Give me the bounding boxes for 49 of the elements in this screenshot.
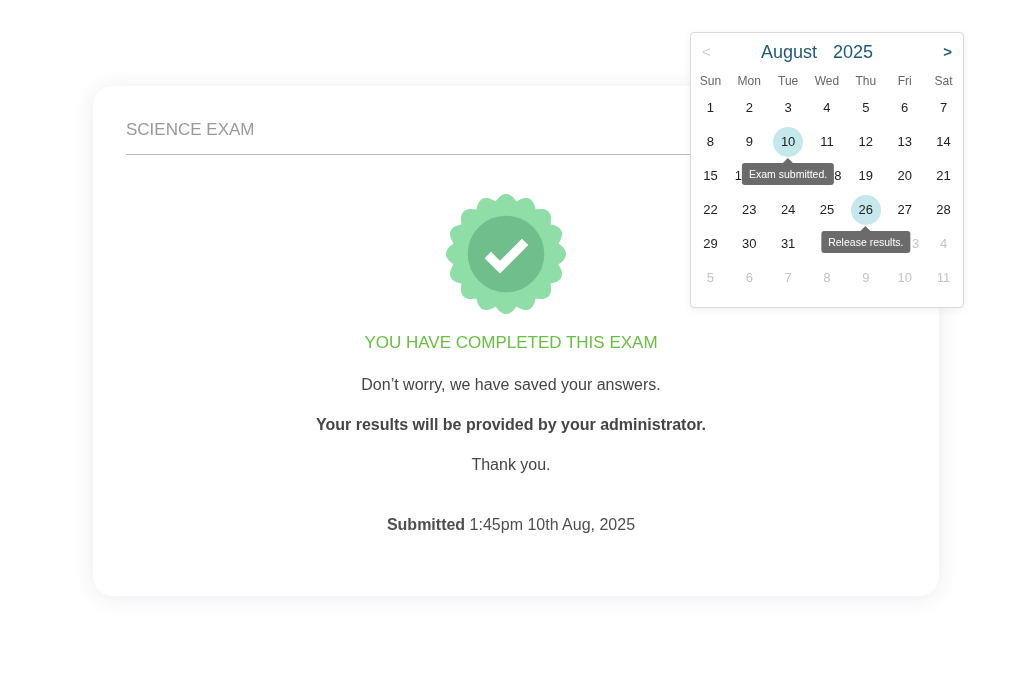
day-button[interactable]: 3 — [773, 93, 804, 123]
day-button[interactable]: 24 — [773, 195, 804, 225]
day-button[interactable]: 9 — [734, 127, 765, 157]
day-button[interactable]: 14 — [928, 127, 959, 157]
message-text: Your results will be provided by your administrator. — [316, 415, 706, 435]
day-button[interactable]: 30 — [734, 229, 765, 259]
tooltip: Exam submitted. — [742, 158, 835, 185]
day-button[interactable]: 13 — [889, 127, 920, 157]
weekday-label: Sun — [699, 72, 722, 89]
day-button[interactable]: 4 — [812, 93, 842, 123]
day-button[interactable]: 7 — [928, 93, 959, 123]
day-button[interactable]: 28 — [928, 195, 959, 225]
tooltip: Release results. — [821, 226, 911, 253]
day-button[interactable]: 31 — [773, 229, 804, 259]
day-button[interactable]: 12 — [850, 127, 881, 157]
message-text: Don’t worry, we have saved your answers. — [361, 375, 661, 395]
day-button[interactable]: 21 — [928, 161, 959, 191]
day-button[interactable]: 6 — [889, 93, 920, 123]
weekday-label: Thu — [855, 72, 877, 89]
weekday-label: Wed — [814, 72, 840, 89]
day-button[interactable]: 5 — [850, 93, 881, 123]
day-button[interactable]: 2 — [734, 93, 765, 123]
completion-heading: YOU HAVE COMPLETED THIS EXAM — [364, 333, 658, 353]
day-button[interactable]: 8 — [834, 161, 842, 191]
year-button[interactable]: 2025 — [833, 40, 874, 63]
checkmark-seal-icon — [446, 194, 566, 314]
day-button[interactable]: 19 — [850, 161, 881, 191]
weekday-label: Fri — [897, 72, 912, 89]
exam-title: SCIENCE EXAM — [126, 120, 255, 140]
month-button[interactable]: August — [760, 40, 817, 63]
day-button[interactable]: 26 — [850, 195, 881, 225]
day-button[interactable]: 8 — [695, 127, 726, 157]
day-button[interactable]: 23 — [734, 195, 765, 225]
next-month-button[interactable]: > — [941, 41, 954, 62]
day-button[interactable]: 22 — [695, 195, 726, 225]
day-button[interactable]: 10 — [773, 127, 804, 157]
weekday-label: Sat — [934, 72, 953, 89]
weekday-label: Mon — [737, 72, 761, 89]
submitted-text: Submitted 1:45pm 10th Aug, 2025 — [386, 515, 636, 535]
message-text: Thank you. — [471, 455, 551, 475]
day-button[interactable]: 1 — [734, 161, 743, 191]
day-button[interactable]: 25 — [812, 195, 842, 225]
day-button[interactable]: 1 — [695, 93, 726, 123]
weekday-label: Tue — [778, 72, 799, 89]
day-button[interactable]: 11 — [812, 127, 842, 157]
day-button[interactable]: 27 — [889, 195, 920, 225]
day-button[interactable]: 29 — [695, 229, 726, 259]
day-button[interactable]: 20 — [889, 161, 920, 191]
day-button[interactable]: 15 — [695, 161, 726, 191]
